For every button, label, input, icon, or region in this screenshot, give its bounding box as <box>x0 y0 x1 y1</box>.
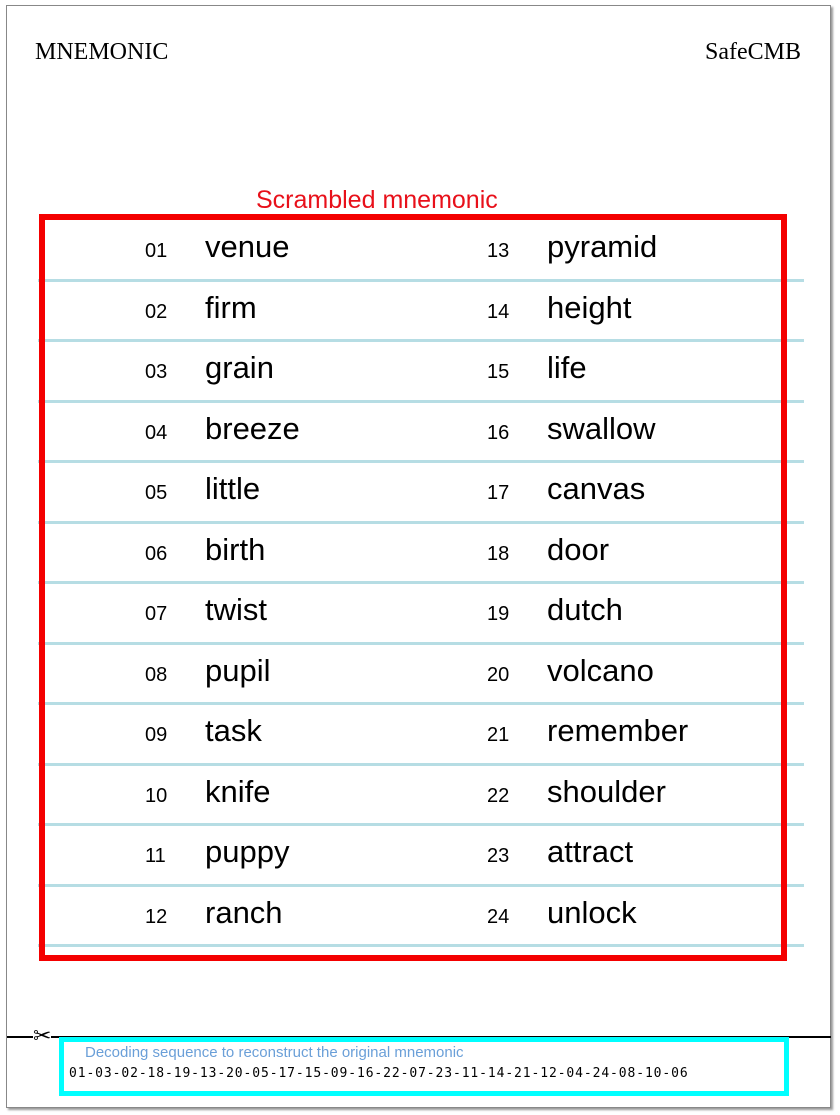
scrambled-mnemonic-title: Scrambled mnemonic <box>256 186 498 214</box>
decoding-sequence: 01-03-02-18-19-13-20-05-17-15-09-16-22-0… <box>69 1066 689 1081</box>
scrambled-mnemonic-frame <box>39 214 787 961</box>
decoding-sequence-title: Decoding sequence to reconstruct the ori… <box>85 1044 464 1061</box>
sheet-title: MNEMONIC <box>35 39 169 65</box>
scissors-icon: ✂ <box>33 1024 52 1049</box>
brand-name: SafeCMB <box>705 39 801 65</box>
